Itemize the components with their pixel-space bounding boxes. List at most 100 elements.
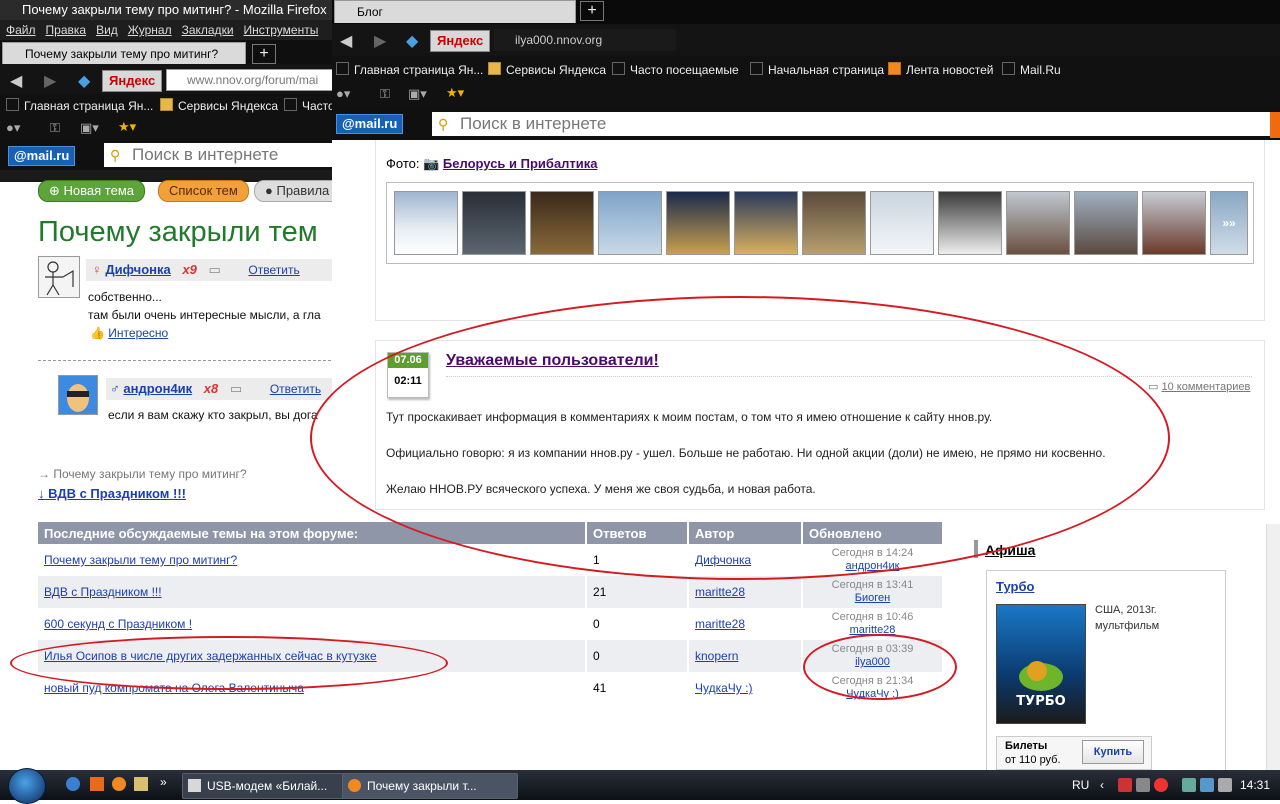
camera-icon[interactable]: ▣▾ xyxy=(408,86,427,102)
monitor-icon[interactable] xyxy=(1200,778,1214,792)
star-icon[interactable]: ★▾ xyxy=(118,119,136,135)
movie-poster[interactable]: ТУРБО xyxy=(996,604,1086,724)
topic-link[interactable]: Илья Осипов в числе других задержанных с… xyxy=(44,649,377,663)
firefox-icon[interactable] xyxy=(112,777,126,791)
clock[interactable]: 14:31 xyxy=(1240,770,1270,800)
taskbar-item-modem[interactable]: USB-модем «Билай... xyxy=(182,773,358,799)
topic-link[interactable]: 600 секунд с Праздником ! xyxy=(44,617,192,631)
downloader-icon[interactable] xyxy=(90,777,104,791)
photo-thumbnail[interactable] xyxy=(530,191,594,255)
topic-link[interactable]: ВДВ с Праздником !!! xyxy=(44,585,162,599)
updater-link[interactable]: maritte28 xyxy=(850,624,896,636)
avatar[interactable] xyxy=(38,256,80,298)
start-button[interactable] xyxy=(8,768,46,804)
updater-link[interactable]: Биоген xyxy=(855,592,890,604)
photo-thumbnail[interactable] xyxy=(394,191,458,255)
antivirus-icon[interactable] xyxy=(1118,778,1132,792)
author-link[interactable]: maritte28 xyxy=(695,585,745,599)
url-field[interactable]: ilya000.nnov.org xyxy=(494,29,676,51)
mailru-search-input[interactable]: ⚲ Поиск в интернете xyxy=(104,143,332,167)
back-arrow-icon[interactable]: ◀ xyxy=(10,71,22,91)
photo-album-link[interactable]: Белорусь и Прибалтика xyxy=(443,156,598,171)
topic-link[interactable]: Почему закрыли тему про митинг? xyxy=(44,553,237,567)
mailru-logo[interactable]: @mail.ru xyxy=(336,114,404,134)
bookmark-frequent[interactable]: Часто посещаемые xyxy=(612,56,739,84)
bookmark-yandex-services[interactable]: Сервисы Яндекса xyxy=(160,94,278,118)
reply-link[interactable]: Ответить xyxy=(248,263,299,277)
search-submit-button[interactable] xyxy=(1270,112,1280,138)
forward-arrow-icon[interactable]: ▶ xyxy=(44,71,56,91)
prev-topic-link[interactable]: → Почему закрыли тему про митинг? xyxy=(38,467,247,481)
bookmark-frequent[interactable]: Часто xyxy=(284,94,332,118)
photo-thumbnail[interactable] xyxy=(870,191,934,255)
menu-tools[interactable]: Инструменты xyxy=(244,23,319,37)
comments-link[interactable]: ▭ 10 комментариев xyxy=(1148,380,1250,393)
menu-edit[interactable]: Правка xyxy=(46,23,87,37)
expand-icon[interactable]: » xyxy=(160,775,167,789)
reply-link[interactable]: Ответить xyxy=(270,382,321,396)
battery-icon[interactable] xyxy=(1182,778,1196,792)
url-field[interactable]: www.nnov.org/forum/mai xyxy=(166,69,332,91)
key-icon[interactable]: ⚿ xyxy=(380,86,390,102)
topic-link[interactable]: новый пуд компромата на Олега Валентиныч… xyxy=(44,681,304,695)
author-link[interactable]: Дифчонка xyxy=(695,553,751,567)
chat-icon[interactable]: ●▾ xyxy=(6,120,20,136)
network-icon[interactable] xyxy=(1136,778,1150,792)
bookmark-yandex-home[interactable]: Главная страница Ян... xyxy=(6,94,153,118)
mailru-search-input[interactable]: ⚲ Поиск в интернете xyxy=(432,112,1280,136)
chat-icon[interactable]: ●▾ xyxy=(336,86,350,102)
movie-title-link[interactable]: Турбо xyxy=(996,579,1034,594)
photo-thumbnail[interactable] xyxy=(1074,191,1138,255)
back-arrow-icon[interactable]: ◀ xyxy=(340,31,352,51)
volume-icon[interactable] xyxy=(1218,778,1232,792)
star-icon[interactable]: ★▾ xyxy=(446,85,464,101)
bookmark-yandex-home[interactable]: Главная страница Ян... xyxy=(336,56,483,84)
author-link[interactable]: maritte28 xyxy=(695,617,745,631)
post-author[interactable]: андрон4ик xyxy=(123,381,192,396)
like-button[interactable]: 👍 Интересно xyxy=(90,326,168,340)
avatar[interactable] xyxy=(58,375,98,415)
folder-icon[interactable] xyxy=(134,777,148,791)
buy-tickets-button[interactable]: Купить xyxy=(1082,740,1144,764)
reload-icon[interactable]: ◆ xyxy=(406,31,418,51)
updater-link[interactable]: андрон4ик xyxy=(846,560,900,572)
mailru-logo[interactable]: @mail.ru xyxy=(8,146,76,166)
updater-link[interactable]: ЧудкаЧу :) xyxy=(846,688,899,700)
new-tab-button[interactable]: + xyxy=(580,1,604,21)
opera-icon[interactable] xyxy=(1154,778,1168,792)
language-indicator[interactable]: RU xyxy=(1072,770,1089,800)
reload-icon[interactable]: ◆ xyxy=(78,71,90,91)
afisha-heading[interactable]: Афиша xyxy=(985,542,1035,558)
photo-thumbnail[interactable] xyxy=(598,191,662,255)
more-photos-arrow-icon[interactable]: »» xyxy=(1210,191,1248,255)
tab-blog[interactable]: Блог xyxy=(334,0,576,23)
menu-file[interactable]: Файл xyxy=(6,23,36,37)
key-icon[interactable]: ⚿ xyxy=(50,120,60,136)
photo-thumbnail[interactable] xyxy=(1006,191,1070,255)
ie-icon[interactable] xyxy=(66,777,80,791)
yandex-button[interactable]: Яндекс xyxy=(102,70,163,92)
menu-bookmarks[interactable]: Закладки xyxy=(182,23,234,37)
photo-thumbnail[interactable] xyxy=(802,191,866,255)
yandex-button[interactable]: Яндекс xyxy=(430,30,491,52)
author-link[interactable]: ЧудкаЧу :) xyxy=(695,681,752,695)
photo-thumbnail[interactable] xyxy=(666,191,730,255)
photo-thumbnail[interactable] xyxy=(462,191,526,255)
tray-expand-icon[interactable]: ‹ xyxy=(1100,770,1104,800)
forward-arrow-icon[interactable]: ▶ xyxy=(374,31,386,51)
scrollbar[interactable] xyxy=(1266,524,1280,770)
comment-icon[interactable]: ▭ xyxy=(208,262,220,277)
tab-forum[interactable]: Почему закрыли тему про митинг? xyxy=(2,42,246,65)
menu-view[interactable]: Вид xyxy=(96,23,118,37)
post-author[interactable]: Дифчонка xyxy=(105,262,170,277)
photo-thumbnail[interactable] xyxy=(1142,191,1206,255)
updater-link[interactable]: ilya000 xyxy=(855,656,890,668)
next-topic-link[interactable]: ↓ ВДВ с Праздником !!! xyxy=(38,486,186,501)
bookmark-mailru[interactable]: Mail.Ru xyxy=(1002,56,1061,84)
bookmark-start-page[interactable]: Начальная страница xyxy=(750,56,884,84)
window-title-bar[interactable]: Почему закрыли тему про митинг? - Mozill… xyxy=(0,0,332,20)
topic-list-button[interactable]: Список тем xyxy=(158,180,249,202)
camera-icon[interactable]: ▣▾ xyxy=(80,120,99,136)
post-title-link[interactable]: Уважаемые пользователи! xyxy=(446,352,659,370)
new-topic-button[interactable]: ⊕ Новая тема xyxy=(38,180,145,202)
